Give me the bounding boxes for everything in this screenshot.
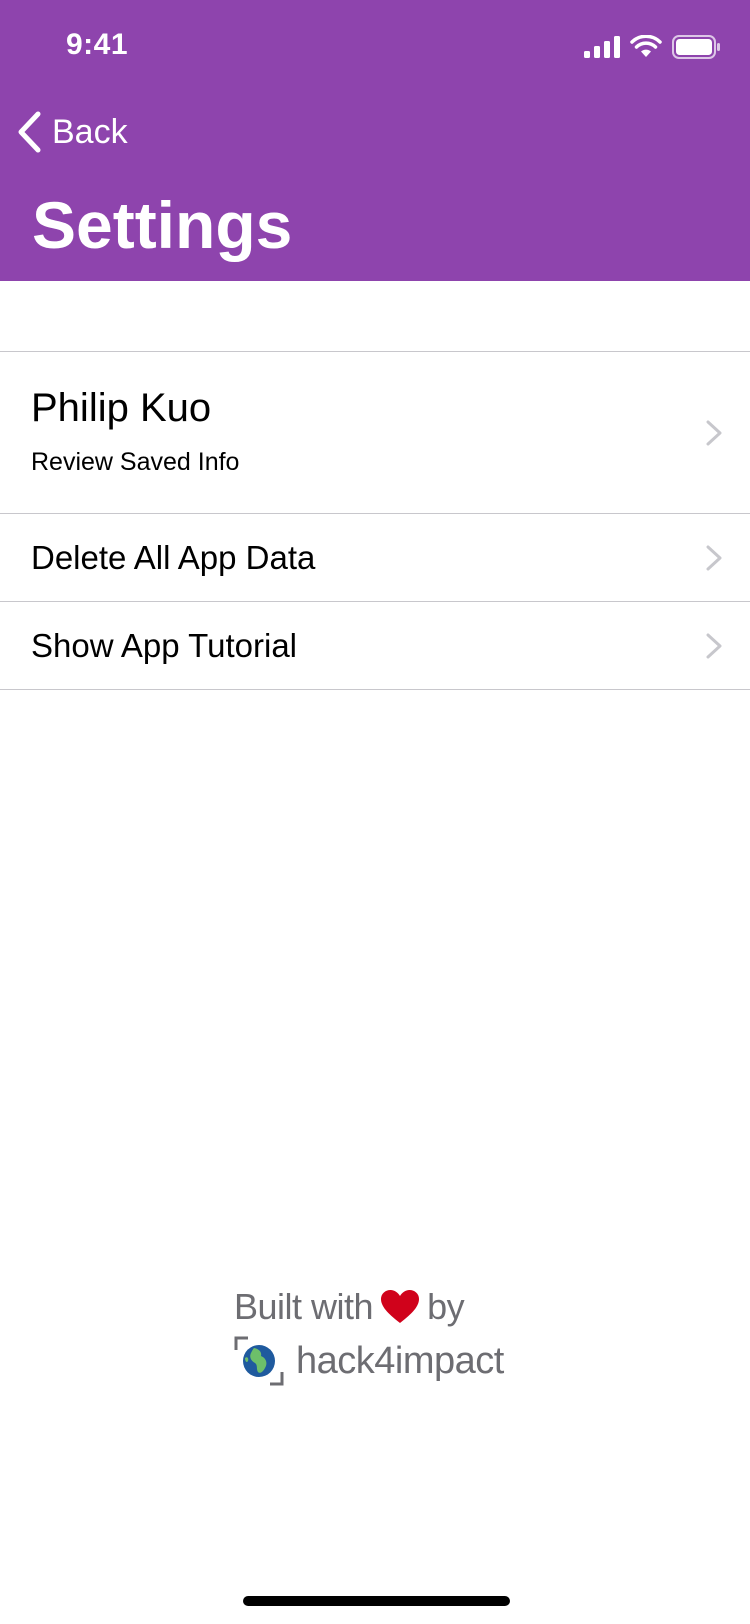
profile-name: Philip Kuo <box>31 386 212 430</box>
brand-line: hack4impact <box>234 1336 534 1386</box>
built-with-text: Built with <box>234 1286 374 1327</box>
tutorial-label: Show App Tutorial <box>31 627 297 664</box>
by-text: by <box>427 1286 465 1327</box>
page-title: Settings <box>32 188 293 262</box>
heart-icon <box>381 1290 420 1323</box>
hack4impact-logo-icon <box>234 1336 284 1386</box>
chevron-right-icon <box>706 633 722 658</box>
chevron-right-icon <box>706 420 722 445</box>
wifi-icon <box>630 35 662 57</box>
settings-list: Philip Kuo Review Saved Info Delete All … <box>0 351 750 690</box>
home-indicator <box>243 1596 510 1606</box>
status-icons <box>584 30 720 64</box>
brand-name: hack4impact <box>296 1339 504 1382</box>
footer-credit: Built with by hack4impact <box>234 1286 534 1386</box>
battery-icon <box>672 35 720 59</box>
status-time: 9:41 <box>66 28 129 61</box>
back-label: Back <box>52 112 128 151</box>
chevron-left-icon <box>18 111 41 153</box>
cellular-signal-icon <box>584 36 620 58</box>
nav-header: 9:41 Back Settings <box>0 0 750 281</box>
back-button[interactable]: Back <box>16 108 128 156</box>
settings-screen: 9:41 Back Settings Philip Kuo Review Sav… <box>0 0 750 1624</box>
chevron-right-icon <box>706 545 722 570</box>
tutorial-row[interactable]: Show App Tutorial <box>0 602 750 690</box>
profile-subtitle: Review Saved Info <box>31 448 240 476</box>
delete-data-row[interactable]: Delete All App Data <box>0 514 750 602</box>
delete-data-label: Delete All App Data <box>31 539 316 576</box>
built-with-line: Built with by <box>234 1286 534 1328</box>
profile-row[interactable]: Philip Kuo Review Saved Info <box>0 352 750 514</box>
